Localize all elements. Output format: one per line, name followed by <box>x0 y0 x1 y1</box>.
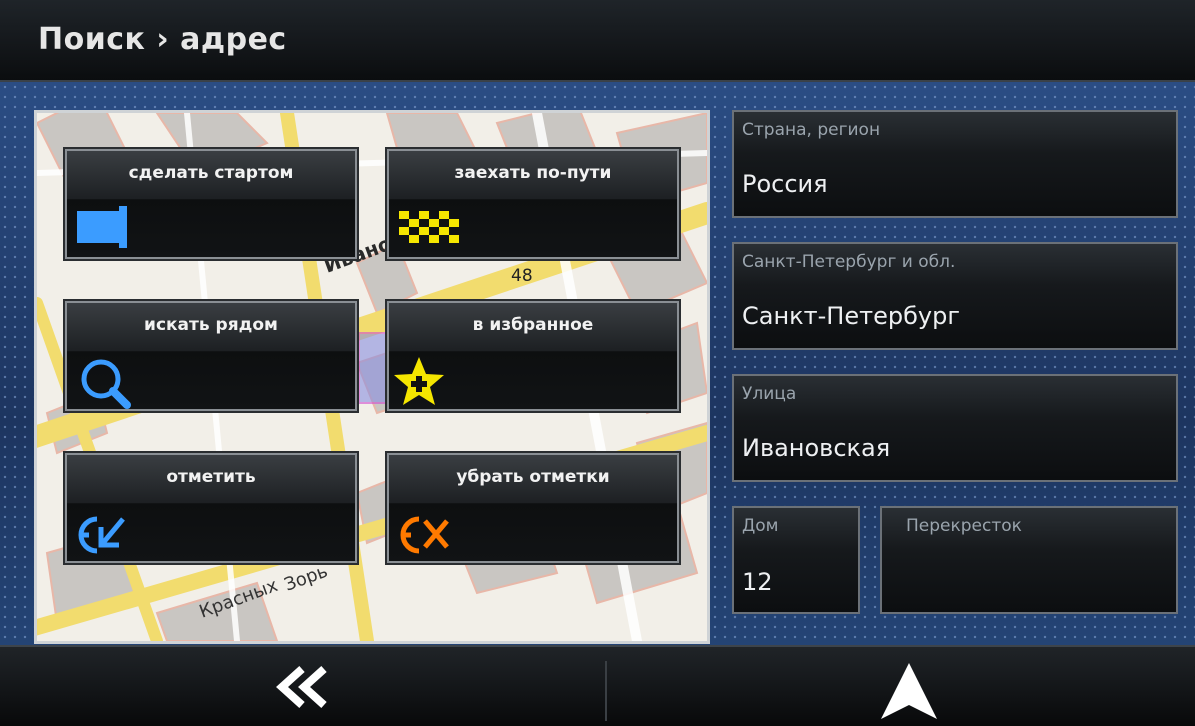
map-view[interactable]: Ивановская Красных Зорь 48 сделать старт… <box>34 110 710 644</box>
house-label: Дом <box>742 516 779 536</box>
house-value: 12 <box>742 568 773 596</box>
search-icon <box>67 355 355 409</box>
search-nearby-button[interactable]: искать рядом <box>63 299 359 413</box>
page-title: Поиск › адрес <box>38 22 287 57</box>
search-nearby-label: искать рядом <box>144 315 278 335</box>
crossing-label: Перекресток <box>906 516 1022 536</box>
city-field[interactable]: Санкт-Петербург и обл. Санкт-Петербург <box>732 242 1178 350</box>
navigate-button[interactable] <box>599 647 1195 726</box>
remove-marks-label: убрать отметки <box>456 467 610 487</box>
via-point-label: заехать по-пути <box>454 163 612 183</box>
make-start-button[interactable]: сделать стартом <box>63 147 359 261</box>
via-point-button[interactable]: заехать по-пути <box>385 147 681 261</box>
crossing-field[interactable]: Перекресток <box>880 506 1178 614</box>
country-region-field[interactable]: Страна, регион Россия <box>732 110 1178 218</box>
mark-button[interactable]: отметить <box>63 451 359 565</box>
footer-bar <box>0 645 1195 726</box>
city-label: Санкт-Петербург и обл. <box>742 252 956 272</box>
header-bar: Поиск › адрес <box>0 0 1195 82</box>
make-start-label: сделать стартом <box>128 163 294 183</box>
checkered-flag-icon <box>389 203 677 251</box>
street-value: Ивановская <box>742 434 891 462</box>
street-label: Улица <box>742 384 797 404</box>
navigate-arrow-icon <box>881 663 937 719</box>
map-selection-marker <box>358 332 390 404</box>
add-favorite-button[interactable]: в избранное <box>385 299 681 413</box>
map-building-number: 48 <box>511 266 533 286</box>
house-field[interactable]: Дом 12 <box>732 506 860 614</box>
mark-label: отметить <box>166 467 256 487</box>
favorite-star-icon <box>389 355 677 405</box>
street-field[interactable]: Улица Ивановская <box>732 374 1178 482</box>
double-chevron-left-icon <box>276 666 327 708</box>
main-panel: Ивановская Красных Зорь 48 сделать старт… <box>0 82 1195 645</box>
country-region-value: Россия <box>742 170 828 198</box>
remove-marks-icon <box>389 507 677 555</box>
back-button[interactable] <box>0 647 596 726</box>
city-value: Санкт-Петербург <box>742 302 960 330</box>
mark-icon <box>67 507 355 555</box>
remove-marks-button[interactable]: убрать отметки <box>385 451 681 565</box>
start-flag-icon <box>67 203 355 251</box>
add-favorite-label: в избранное <box>472 315 594 335</box>
country-region-label: Страна, регион <box>742 120 881 140</box>
